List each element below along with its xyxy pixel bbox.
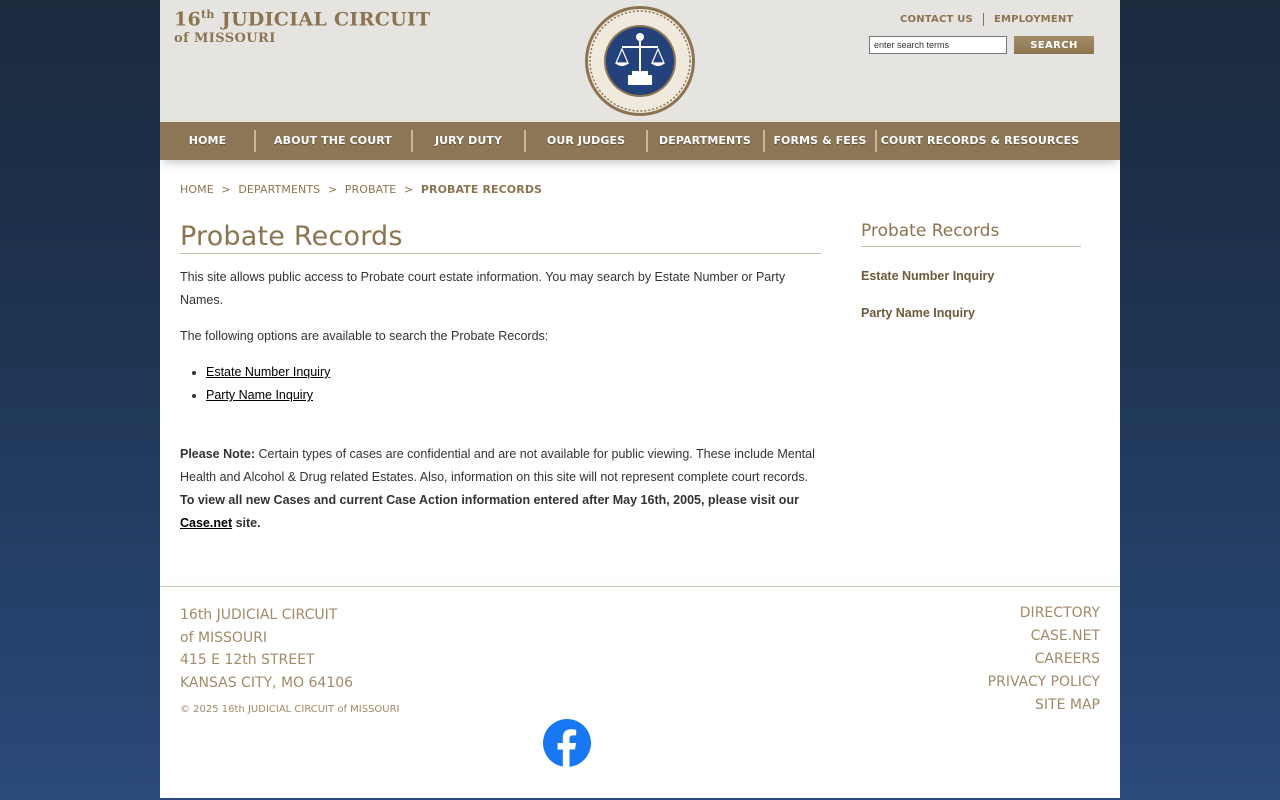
please-note: Please Note: Certain types of cases are … — [180, 443, 821, 535]
nav-forms-fees[interactable]: FORMS & FEES — [765, 122, 875, 160]
inquiry-list: Estate Number Inquiry Party Name Inquiry — [206, 361, 821, 407]
main-nav: HOME ABOUT THE COURT JURY DUTY OUR JUDGE… — [160, 122, 1120, 160]
nav-about-the-court[interactable]: ABOUT THE COURT — [256, 122, 410, 160]
nav-home[interactable]: HOME — [160, 122, 255, 160]
top-links: CONTACT US EMPLOYMENT — [900, 13, 1073, 26]
page-title: Probate Records — [180, 221, 821, 254]
list-item: Party Name Inquiry — [206, 384, 821, 407]
site-logo[interactable]: 16th JUDICIAL CIRCUIT of MISSOURI — [174, 9, 431, 45]
logo-line2: of MISSOURI — [174, 31, 276, 47]
contact-us-link[interactable]: CONTACT US — [900, 14, 973, 25]
list-item: Estate Number Inquiry — [206, 361, 821, 384]
note-bold: To view all new Cases and current Case A… — [180, 493, 799, 507]
address-line: 415 E 12th STREET — [180, 652, 315, 668]
address-line: 16th JUDICIAL CIRCUIT — [180, 607, 338, 623]
copyright: © 2025 16th JUDICIAL CIRCUIT of MISSOURI — [180, 704, 400, 715]
nav-departments[interactable]: DEPARTMENTS — [648, 122, 762, 160]
note-text: Certain types of cases are confidential … — [180, 447, 815, 484]
employment-link[interactable]: EMPLOYMENT — [994, 14, 1074, 25]
facebook-icon[interactable] — [543, 719, 591, 767]
nav-court-records-resources[interactable]: COURT RECORDS & RESOURCES — [877, 122, 1083, 160]
nav-jury-duty[interactable]: JURY DUTY — [413, 122, 524, 160]
breadcrumb-home[interactable]: HOME — [180, 183, 214, 196]
breadcrumb: HOME > DEPARTMENTS > PROBATE > PROBATE R… — [180, 183, 546, 196]
address-line: of MISSOURI — [180, 629, 268, 646]
footer-address: 16th JUDICIAL CIRCUIT of MISSOURI 415 E … — [180, 604, 353, 694]
breadcrumb-current: PROBATE RECORDS — [420, 183, 543, 196]
sidebar-estate-number-inquiry[interactable]: Estate Number Inquiry — [861, 269, 994, 283]
footer-site-map-link[interactable]: SITE MAP — [988, 694, 1100, 717]
main-content: This site allows public access to Probat… — [180, 266, 821, 548]
party-name-inquiry-link[interactable]: Party Name Inquiry — [206, 388, 313, 402]
footer-divider — [160, 586, 1120, 587]
footer-privacy-policy-link[interactable]: PRIVACY POLICY — [988, 671, 1100, 694]
logo-line1: 16th JUDICIAL CIRCUIT — [174, 8, 431, 31]
search-button[interactable]: SEARCH — [1014, 36, 1094, 54]
breadcrumb-separator: > — [221, 183, 231, 196]
options-text: The following options are available to s… — [180, 329, 549, 343]
breadcrumb-separator: > — [403, 183, 414, 196]
footer-links: DIRECTORY CASE.NET CAREERS PRIVACY POLIC… — [988, 602, 1100, 717]
header: 16th JUDICIAL CIRCUIT of MISSOURI CONTAC… — [160, 0, 1120, 122]
intro-text: This site allows public access to Probat… — [180, 270, 786, 307]
note-end: site. — [232, 516, 261, 530]
breadcrumb-probate[interactable]: PROBATE — [345, 183, 397, 196]
address-line: KANSAS CITY, MO 64106 — [180, 674, 354, 691]
nav-our-judges[interactable]: OUR JUDGES — [526, 122, 646, 160]
note-label: Please Note: — [180, 447, 256, 461]
sidebar-party-name-inquiry[interactable]: Party Name Inquiry — [861, 306, 975, 320]
estate-number-inquiry-link[interactable]: Estate Number Inquiry — [206, 365, 330, 379]
breadcrumb-departments[interactable]: DEPARTMENTS — [238, 183, 320, 196]
search-input[interactable] — [869, 36, 1007, 54]
divider — [982, 13, 984, 26]
footer-careers-link[interactable]: CAREERS — [988, 648, 1100, 671]
sidebar-title: Probate Records — [861, 221, 1081, 247]
breadcrumb-separator: > — [327, 183, 338, 196]
footer-directory-link[interactable]: DIRECTORY — [988, 602, 1100, 625]
footer-casenet-link[interactable]: CASE.NET — [988, 625, 1100, 648]
court-seal-icon[interactable] — [584, 5, 696, 117]
casenet-link[interactable]: Case.net — [180, 516, 232, 530]
page: 16th JUDICIAL CIRCUIT of MISSOURI CONTAC… — [160, 0, 1120, 798]
